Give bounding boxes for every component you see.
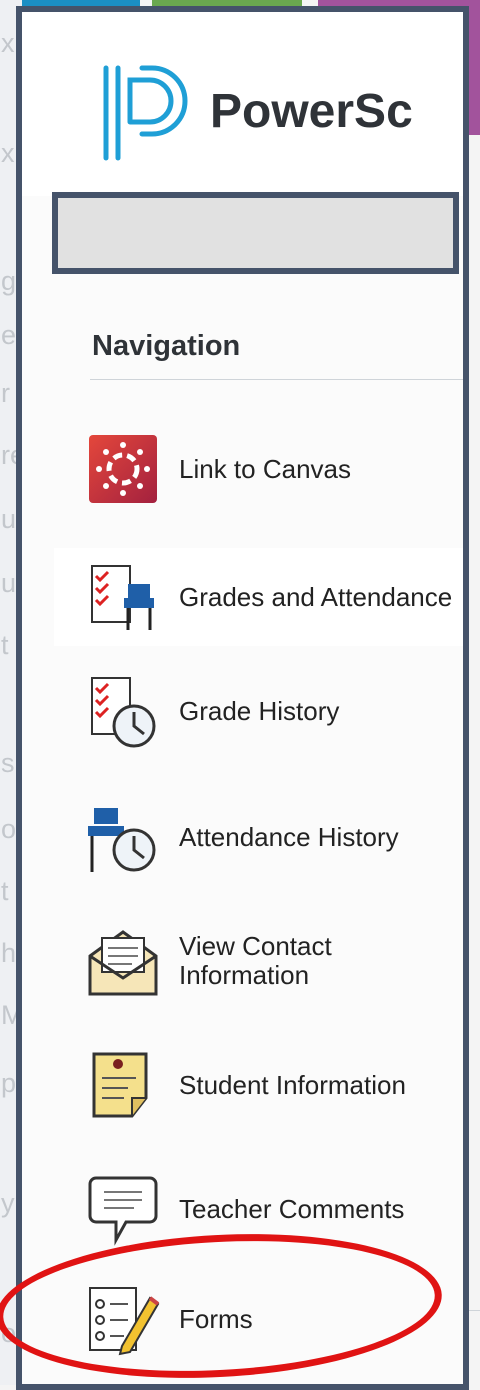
underlying-glyph: t xyxy=(1,876,9,906)
nav-item-label: Attendance History xyxy=(179,821,399,852)
nav-item-link-to-canvas[interactable]: Link to Canvas xyxy=(54,420,463,518)
powerschool-logo-icon xyxy=(103,65,188,161)
active-item-marker xyxy=(16,548,22,646)
student-information-icon xyxy=(84,1046,162,1124)
nav-item-grade-history[interactable]: Grade History xyxy=(54,662,463,760)
nav-item-label: Forms xyxy=(179,1303,253,1334)
nav-item-student-information[interactable]: Student Information xyxy=(54,1036,463,1134)
navigation-heading: Navigation xyxy=(92,330,241,362)
brand-name: PowerSc xyxy=(210,85,413,138)
underlying-glyph: x xyxy=(1,138,15,168)
underlying-glyph: o xyxy=(1,1318,17,1348)
underlying-glyph: y xyxy=(1,1188,15,1218)
grades-and-attendance-icon xyxy=(84,558,162,636)
underlying-glyph: u xyxy=(1,504,17,534)
header: PowerSc xyxy=(22,12,463,196)
nav-item-label: Grade History xyxy=(179,695,340,726)
contact-information-icon xyxy=(84,922,162,1000)
underlying-glyph: o xyxy=(1,814,17,844)
nav-item-label: Link to Canvas xyxy=(179,453,351,484)
underlying-glyph: r xyxy=(1,378,10,408)
underlying-glyph: e xyxy=(1,320,17,350)
underlying-glyph: g xyxy=(1,266,17,296)
nav-item-label: Teacher Comments xyxy=(179,1193,405,1224)
nav-item-label: View Contact Information xyxy=(179,931,332,990)
forms-icon xyxy=(84,1280,162,1358)
navigation-panel: PowerSc Navigation Link to Canvas Grades… xyxy=(16,6,469,1390)
nav-item-teacher-comments[interactable]: Teacher Comments xyxy=(54,1160,463,1258)
nav-item-label: Student Information xyxy=(179,1069,406,1100)
nav-item-view-contact-information[interactable]: View Contact Information xyxy=(54,912,463,1010)
nav-item-label: Grades and Attendance xyxy=(179,581,453,612)
underlying-glyph: p xyxy=(1,1068,17,1098)
nav-item-forms[interactable]: Forms xyxy=(54,1270,463,1368)
underlying-glyph: h xyxy=(1,938,17,968)
underlying-glyph: s xyxy=(1,748,15,778)
underlying-glyph: x xyxy=(1,28,15,58)
search-input[interactable] xyxy=(52,192,459,274)
underlying-glyph: t xyxy=(1,630,9,660)
underlying-glyph: u xyxy=(1,568,17,598)
nav-item-grades-and-attendance[interactable]: Grades and Attendance xyxy=(54,548,463,646)
attendance-history-icon xyxy=(84,798,162,876)
nav-item-attendance-history[interactable]: Attendance History xyxy=(54,788,463,886)
canvas-icon xyxy=(84,430,162,508)
grade-history-icon xyxy=(84,672,162,750)
teacher-comments-icon xyxy=(84,1170,162,1248)
navigation-divider xyxy=(90,379,463,380)
